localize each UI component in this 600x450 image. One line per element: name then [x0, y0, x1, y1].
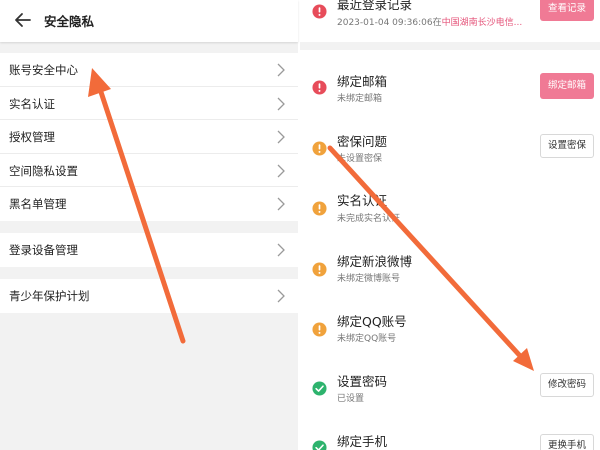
menu-item-label: 空间隐私设置	[9, 163, 78, 178]
menu-item-login-devices[interactable]: 登录设备管理	[0, 233, 298, 267]
menu-item-space-privacy[interactable]: 空间隐私设置	[0, 154, 298, 187]
view-records-button[interactable]: 查看记录	[540, 0, 594, 21]
chevron-right-icon	[277, 243, 285, 257]
menu-group-youth: 青少年保护计划	[0, 279, 298, 313]
item-subtitle-qq: 未绑定QQ账号	[337, 334, 397, 344]
item-subtitle-password: 已设置	[337, 394, 365, 404]
item-title-phone: 绑定手机	[337, 434, 388, 449]
change-phone-button[interactable]: 更换手机	[540, 434, 594, 450]
security-privacy-page: 安全隐私 账号安全中心 实名认证 授权管理 空间隐私设置 黑名单管理 登录设备管…	[0, 0, 298, 450]
item-title-qq: 绑定QQ账号	[337, 314, 407, 329]
login-record-detail: 2023-01-04 09:36:06在中国湖南长沙电信...	[337, 15, 522, 28]
item-subtitle-weibo: 未绑定微博账号	[337, 274, 401, 284]
chevron-right-icon	[277, 289, 285, 303]
login-record-datetime: 2023-01-04 09:36:06在	[337, 18, 442, 28]
login-record-location: 中国湖南长沙电信...	[441, 18, 523, 28]
item-title-weibo: 绑定新浪微博	[337, 254, 413, 269]
account-security-center: 最近登录记录 2023-01-04 09:36:06在中国湖南长沙电信... 查…	[300, 0, 600, 450]
item-title-security-question: 密保问题	[337, 134, 388, 149]
chevron-right-icon	[277, 164, 285, 177]
check-circle-icon	[312, 440, 327, 450]
exclamation-circle-icon	[312, 201, 327, 216]
menu-item-label: 授权管理	[9, 130, 55, 144]
set-security-question-button[interactable]: 设置密保	[540, 134, 594, 158]
item-subtitle-security-question: 未设置密保	[337, 154, 383, 164]
menu-item-real-name[interactable]: 实名认证	[0, 87, 298, 120]
section-divider	[300, 42, 600, 50]
menu-item-label: 黑名单管理	[9, 197, 67, 211]
menu-group-devices: 登录设备管理	[0, 233, 298, 267]
menu-item-youth-protection[interactable]: 青少年保护计划	[0, 279, 298, 313]
menu-item-label: 实名认证	[9, 96, 55, 111]
check-circle-icon	[312, 381, 327, 396]
menu-group-account: 账号安全中心 实名认证 授权管理 空间隐私设置 黑名单管理	[0, 53, 298, 221]
item-title-password: 设置密码	[337, 374, 388, 389]
login-record-title: 最近登录记录	[337, 0, 413, 12]
arrow-left-icon[interactable]	[12, 9, 34, 31]
exclamation-circle-icon	[312, 141, 327, 156]
item-title-email: 绑定邮箱	[337, 74, 388, 89]
item-subtitle-real-name: 未完成实名认证	[337, 214, 401, 224]
change-password-button[interactable]: 修改密码	[540, 373, 594, 397]
item-subtitle-email: 未绑定邮箱	[337, 94, 383, 104]
menu-item-label: 登录设备管理	[9, 243, 78, 257]
exclamation-circle-icon	[312, 322, 327, 337]
menu-item-blacklist[interactable]: 黑名单管理	[0, 187, 298, 221]
exclamation-circle-icon	[312, 80, 327, 95]
item-title-real-name: 实名认证	[337, 193, 388, 208]
menu-item-authorization[interactable]: 授权管理	[0, 120, 298, 154]
app-header: 安全隐私	[0, 0, 298, 42]
exclamation-circle-icon	[312, 4, 327, 19]
page-title: 安全隐私	[44, 14, 95, 29]
menu-item-account-security[interactable]: 账号安全中心	[0, 53, 298, 87]
exclamation-circle-icon	[312, 262, 327, 277]
chevron-right-icon	[277, 97, 285, 110]
chevron-right-icon	[277, 130, 285, 144]
bind-email-button[interactable]: 绑定邮箱	[540, 73, 594, 99]
menu-item-label: 账号安全中心	[9, 63, 78, 77]
menu-item-label: 青少年保护计划	[9, 289, 90, 303]
chevron-right-icon	[277, 197, 285, 211]
chevron-right-icon	[277, 63, 285, 77]
